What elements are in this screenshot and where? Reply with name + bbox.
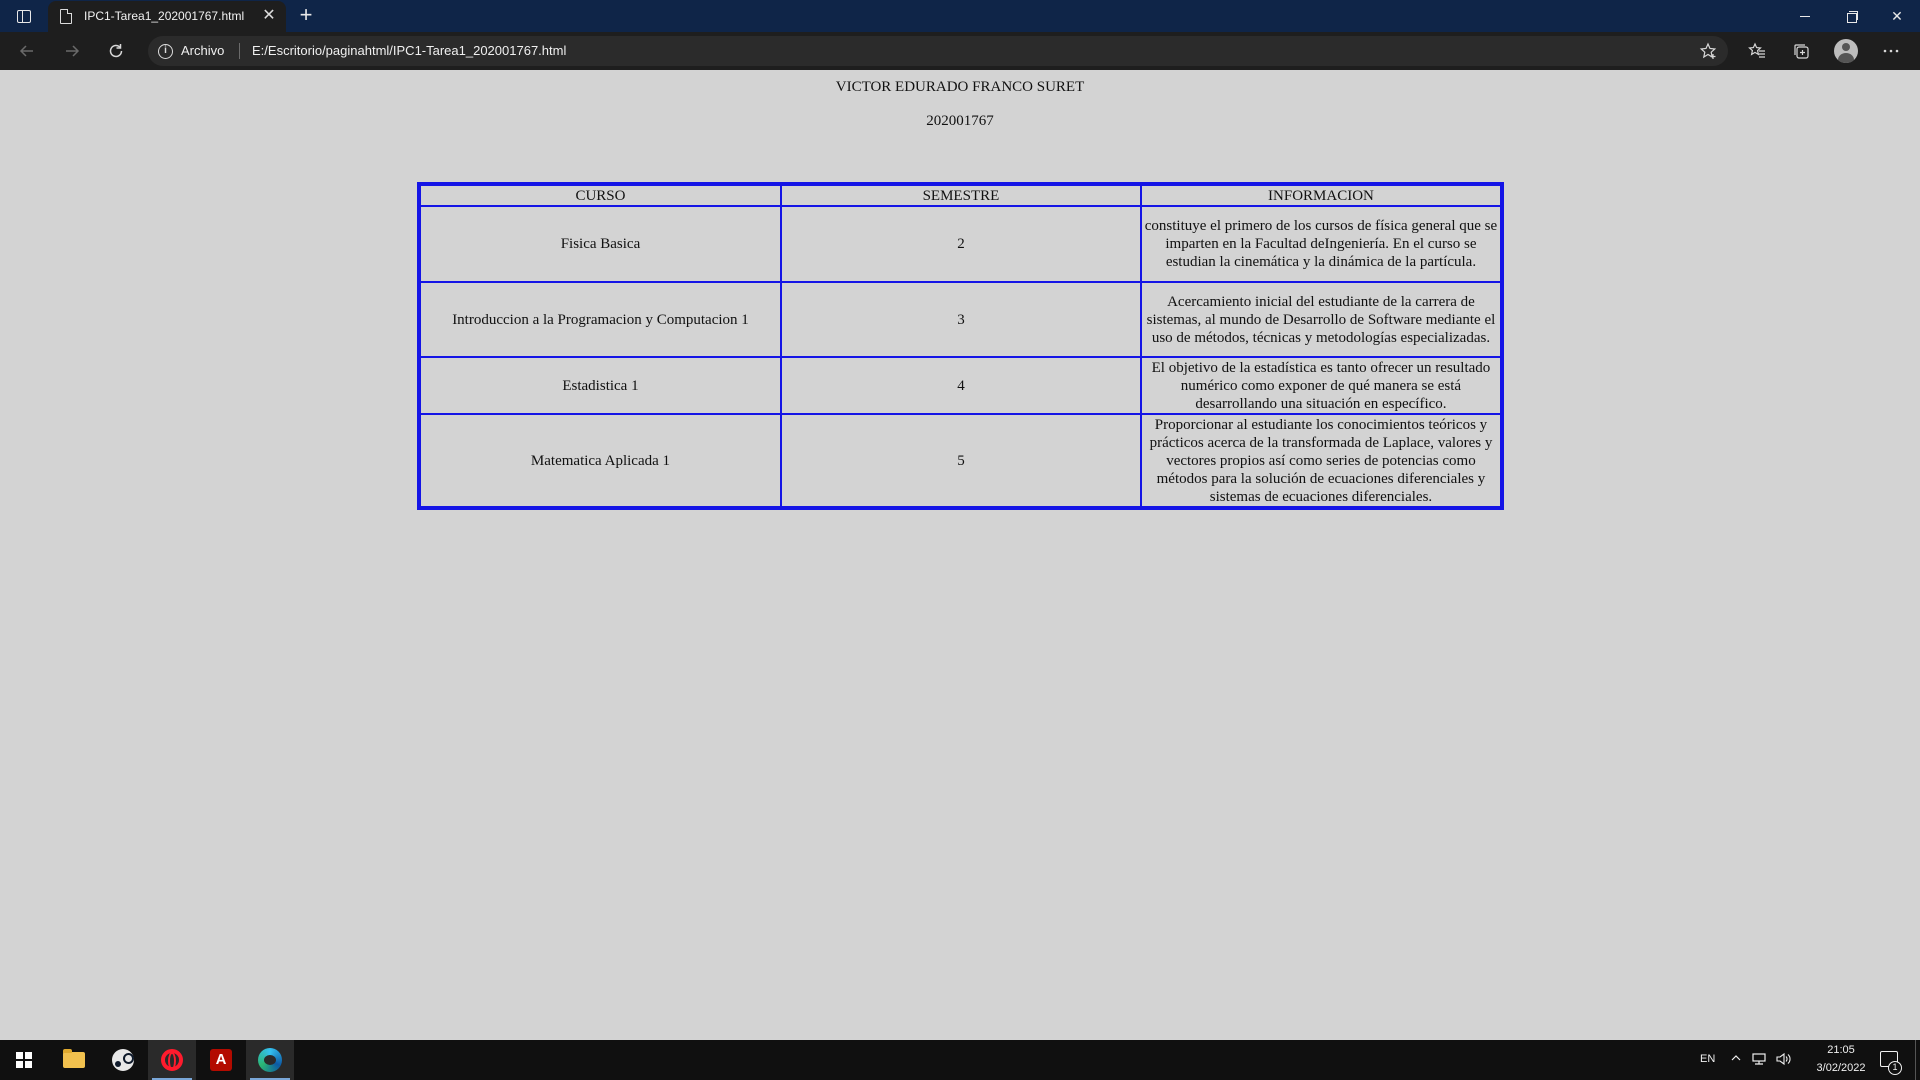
cell-semestre: 4 [780, 357, 1141, 414]
cell-informacion: constituye el primero de los cursos de f… [1140, 206, 1501, 282]
cell-curso: Estadistica 1 [420, 357, 781, 414]
table-row: Introduccion a la Programacion y Computa… [420, 282, 1501, 357]
collections-icon[interactable] [1787, 37, 1815, 65]
tab-close-icon[interactable]: ✕ [260, 7, 278, 25]
cell-informacion: Acercamiento inicial del estudiante de l… [1140, 282, 1501, 357]
file-explorer-icon[interactable] [50, 1040, 98, 1080]
cell-semestre: 5 [780, 414, 1141, 507]
address-separator [239, 43, 240, 59]
forward-arrow-icon[interactable] [58, 37, 86, 65]
header-curso: CURSO [420, 185, 781, 206]
info-icon[interactable]: i [158, 44, 173, 59]
header-semestre: SEMESTRE [780, 185, 1141, 206]
browser-titlebar: IPC1-Tarea1_202001767.html ✕ + ✕ [0, 0, 1920, 32]
address-bar[interactable]: i Archivo E:/Escritorio/paginahtml/IPC1-… [148, 36, 1728, 66]
document-icon [60, 8, 73, 24]
volume-icon[interactable] [1775, 1052, 1791, 1068]
clock-time[interactable]: 21:05 [1818, 1044, 1864, 1056]
tab-actions-icon[interactable] [10, 6, 38, 26]
start-icon[interactable] [0, 1040, 48, 1080]
new-tab-button[interactable]: + [294, 4, 318, 28]
chevron-up-icon[interactable] [1728, 1052, 1744, 1068]
tab-title: IPC1-Tarea1_202001767.html [84, 9, 245, 23]
cell-informacion: El objetivo de la estadística es tanto o… [1140, 357, 1501, 414]
network-icon[interactable] [1751, 1052, 1767, 1068]
tab-active[interactable]: IPC1-Tarea1_202001767.html ✕ [48, 1, 286, 32]
add-favorite-icon[interactable] [1696, 39, 1720, 63]
table-header-row: CURSO SEMESTRE INFORMACION [420, 185, 1501, 206]
acrobat-icon[interactable]: A [197, 1040, 245, 1080]
cell-semestre: 3 [780, 282, 1141, 357]
table-row: Matematica Aplicada 1 5 Proporcionar al … [420, 414, 1501, 507]
table-row: Fisica Basica 2 constituye el primero de… [420, 206, 1501, 282]
restore-button[interactable] [1828, 0, 1874, 32]
cell-curso: Introduccion a la Programacion y Computa… [420, 282, 781, 357]
windows-taskbar: A EN 21:05 3/02/2022 1 [0, 1040, 1920, 1080]
show-desktop-button[interactable] [1915, 1040, 1916, 1080]
close-window-button[interactable]: ✕ [1874, 0, 1920, 32]
back-arrow-icon[interactable] [13, 37, 41, 65]
table-row: Estadistica 1 4 El objetivo de la estadí… [420, 357, 1501, 414]
browser-toolbar: i Archivo E:/Escritorio/paginahtml/IPC1-… [0, 32, 1920, 70]
refresh-icon[interactable] [102, 37, 130, 65]
page-content: VICTOR EDURADO FRANCO SURET 202001767 CU… [0, 70, 1920, 1040]
cell-curso: Matematica Aplicada 1 [420, 414, 781, 507]
clock-date[interactable]: 3/02/2022 [1802, 1062, 1880, 1074]
opera-icon[interactable] [148, 1040, 196, 1080]
url-text[interactable]: E:/Escritorio/paginahtml/IPC1-Tarea1_202… [252, 43, 566, 58]
header-informacion: INFORMACION [1140, 185, 1501, 206]
student-carnet: 202001767 [926, 113, 994, 129]
student-name: VICTOR EDURADO FRANCO SURET [835, 79, 1085, 95]
profile-icon[interactable] [1834, 39, 1858, 63]
more-icon[interactable] [1877, 37, 1905, 65]
edge-icon[interactable] [246, 1040, 294, 1080]
courses-table: CURSO SEMESTRE INFORMACION Fisica Basica… [417, 182, 1504, 510]
steam-icon[interactable] [99, 1040, 147, 1080]
cell-informacion: Proporcionar al estudiante los conocimie… [1140, 414, 1501, 507]
cell-semestre: 2 [780, 206, 1141, 282]
notification-badge: 1 [1888, 1061, 1902, 1075]
minimize-button[interactable] [1782, 0, 1828, 32]
language-indicator[interactable]: EN [1700, 1053, 1715, 1065]
favorites-icon[interactable] [1743, 37, 1771, 65]
site-info-label[interactable]: Archivo [181, 43, 224, 58]
cell-curso: Fisica Basica [420, 206, 781, 282]
